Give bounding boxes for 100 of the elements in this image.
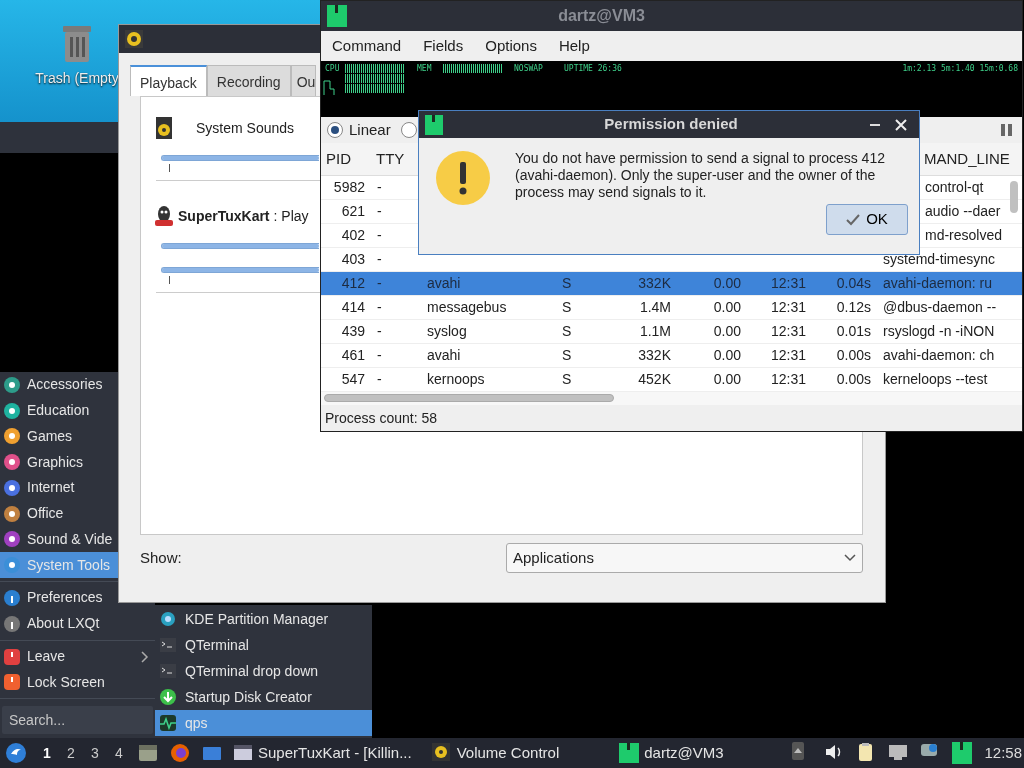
window-title: dartz@VM3 xyxy=(558,6,646,26)
app-icon xyxy=(619,743,640,763)
radio-button[interactable] xyxy=(327,121,343,138)
table-cell: 12:31 xyxy=(770,275,806,292)
table-cell: 0.00 xyxy=(713,275,741,292)
chevron-down-icon xyxy=(844,554,856,562)
graph-label: 1m:2.13 5m:1.40 15m:0.68 xyxy=(902,62,1018,75)
app-icon xyxy=(3,530,21,549)
graph-label: NOSWAP xyxy=(514,62,543,75)
volume-slider[interactable] xyxy=(161,155,319,161)
table-cell: 0.00 xyxy=(713,347,741,364)
ok-button[interactable]: OK xyxy=(826,204,908,235)
table-cell: 439 xyxy=(341,323,365,340)
table-cell: - xyxy=(377,347,382,364)
app-icon[interactable] xyxy=(952,742,973,764)
app-icon xyxy=(3,504,21,523)
pause-icon[interactable] xyxy=(1000,122,1014,137)
menu-item[interactable]: Internet xyxy=(0,475,118,501)
desktop-switch[interactable]: 2 xyxy=(59,742,83,764)
speaker-icon xyxy=(125,30,143,48)
app-icon xyxy=(159,688,177,706)
table-cell: control-qt xyxy=(925,179,984,196)
volume-slider[interactable] xyxy=(161,267,319,273)
scrollbar-thumb[interactable] xyxy=(1010,181,1018,214)
app-icon xyxy=(3,589,21,607)
table-cell: kernoops xyxy=(427,371,485,388)
table-cell: 1.1M xyxy=(639,323,671,340)
table-row[interactable]: 461 - avahi S 332K 0.00 12:31 0.00s avahi-daemon: ch xyxy=(321,344,1022,369)
menu-item[interactable]: Education xyxy=(0,397,118,424)
menu-item[interactable]: Sound & Vide xyxy=(0,526,118,553)
app-icon xyxy=(3,401,21,420)
menu-item[interactable]: Lock Screen xyxy=(0,669,155,696)
volume-slider[interactable] xyxy=(161,243,319,249)
table-cell: syslog xyxy=(427,323,467,340)
table-cell: 0.12s xyxy=(836,299,871,316)
file-cabinet-icon[interactable] xyxy=(137,742,159,764)
menu-item[interactable]: Help xyxy=(547,34,601,58)
stream-name: System Sounds xyxy=(196,118,295,138)
column-header[interactable]: PID xyxy=(321,147,371,171)
selected-row[interactable]: 412 - avahi S 332K 0.00 12:31 0.04s avahi-daemon: ru xyxy=(321,272,1022,297)
table-cell: 0.00 xyxy=(713,299,741,316)
table-row[interactable]: 439 - syslog S 1.1M 0.00 12:31 0.01s rsyslogd -n -iNON xyxy=(321,320,1022,345)
desktop-switch[interactable]: 1 xyxy=(35,742,59,764)
tab[interactable]: Ou xyxy=(290,65,317,96)
menu-item[interactable]: Leave xyxy=(0,643,155,670)
table-row[interactable]: 414 - messagebus S 1.4M 0.00 12:31 0.12s @dbus-daemon -- xyxy=(321,296,1022,321)
menu-item[interactable]: Accessories xyxy=(0,372,118,398)
menu-item[interactable]: Fields xyxy=(412,34,475,58)
table-cell: rsyslogd -n -iNON xyxy=(883,323,995,340)
table-cell: 0.04s xyxy=(836,275,871,292)
browser-icon[interactable] xyxy=(169,742,191,764)
app-icon xyxy=(3,427,21,446)
taskbar-task[interactable]: Volume Control xyxy=(427,738,564,768)
table-cell: 1.4M xyxy=(639,299,671,316)
table-cell: 332K xyxy=(638,275,671,292)
menu-item[interactable]: Office xyxy=(0,500,118,527)
window-icon xyxy=(233,743,253,763)
dropdown[interactable]: Applications xyxy=(506,543,863,573)
penguin-icon xyxy=(154,205,174,227)
table-cell: - xyxy=(377,227,382,244)
tab[interactable]: Recording xyxy=(206,65,291,96)
menu-item[interactable]: Options xyxy=(474,34,548,58)
table-cell: @dbus-daemon -- xyxy=(883,299,997,316)
close-icon[interactable] xyxy=(895,118,907,131)
menu-item[interactable]: About LXQt xyxy=(0,610,155,637)
table-cell: 0.00 xyxy=(713,323,741,340)
taskbar-task[interactable]: dartz@VM3 xyxy=(615,738,728,768)
show-label: Show: xyxy=(140,547,182,568)
table-cell: S xyxy=(562,275,572,292)
checkmark-icon xyxy=(846,213,861,226)
radio-button[interactable] xyxy=(400,121,417,138)
taskbar-task[interactable]: SuperTuxKart - [Killin... xyxy=(229,738,416,768)
menu-item[interactable]: QTerminal xyxy=(155,632,372,658)
status-text: Process count: 58 xyxy=(324,408,439,428)
menu-item[interactable]: Startup Disk Creator xyxy=(155,684,372,710)
menu-item[interactable]: KDE Partition Manager xyxy=(155,606,372,632)
table-cell: kerneloops --test xyxy=(883,371,988,388)
search-field[interactable]: Search... xyxy=(2,706,153,734)
column-header[interactable]: TTY xyxy=(371,147,417,171)
column-header[interactable]: MAND_LINE xyxy=(922,147,1022,171)
table-cell: - xyxy=(377,275,382,292)
menu-item[interactable]: QTerminal drop down xyxy=(155,658,372,684)
table-cell: 12:31 xyxy=(770,299,806,316)
scrollbar-thumb[interactable] xyxy=(324,394,614,403)
menu-item[interactable]: Graphics xyxy=(0,449,118,476)
speaker-icon xyxy=(431,743,452,763)
speaker-icon xyxy=(156,117,172,139)
table-cell: S xyxy=(562,299,572,316)
start-menu-icon[interactable] xyxy=(5,742,27,764)
clock[interactable]: 12:58 xyxy=(984,741,1022,765)
menu-item[interactable]: Games xyxy=(0,423,118,450)
desktop-switch[interactable]: 3 xyxy=(83,742,107,764)
desktop-switch[interactable]: 4 xyxy=(107,742,131,764)
tab[interactable]: Playback xyxy=(130,65,207,96)
menu-item[interactable]: Command xyxy=(321,34,413,58)
table-cell: md-resolved xyxy=(925,227,1003,244)
table-cell: 452K xyxy=(638,371,671,388)
table-cell: S xyxy=(562,347,572,364)
app-icon xyxy=(3,556,21,575)
menu-item[interactable]: Preferences xyxy=(0,585,118,611)
